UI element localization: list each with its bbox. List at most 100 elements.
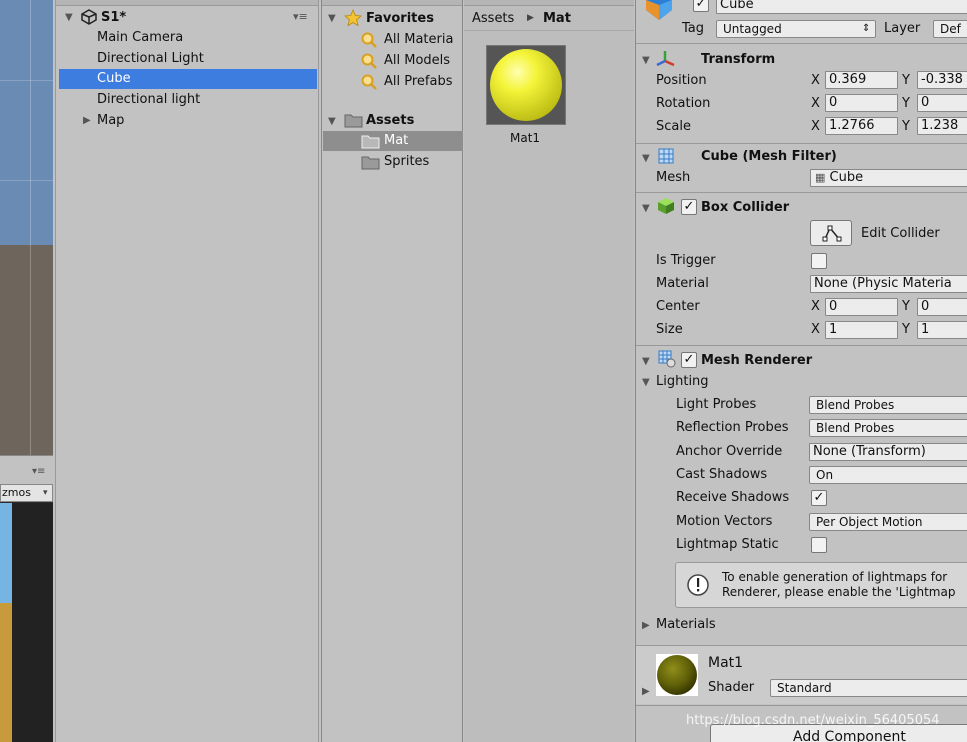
- collapse-triangle-icon[interactable]: ▼: [642, 377, 650, 388]
- expand-triangle-icon[interactable]: ▼: [328, 13, 336, 24]
- hierarchy-item-label: Directional light: [97, 92, 201, 107]
- breadcrumb-item[interactable]: Assets: [472, 11, 514, 27]
- game-view[interactable]: [0, 503, 53, 742]
- gizmos-dropdown[interactable]: zmos ▾: [0, 484, 53, 502]
- layer-dropdown[interactable]: Def: [933, 20, 967, 38]
- scale-y-field[interactable]: 1.238: [917, 117, 967, 135]
- scene-sky: [0, 0, 53, 245]
- folder-item-selected[interactable]: Mat: [323, 131, 463, 151]
- cube-icon: [646, 0, 672, 20]
- project-toolbar: [322, 0, 462, 6]
- unity-scene-icon: [81, 9, 97, 25]
- favorites-item[interactable]: All Materia: [360, 30, 464, 50]
- reflection-probes-dropdown[interactable]: Blend Probes: [809, 419, 967, 437]
- help-text-line: To enable generation of lightmaps for: [722, 570, 948, 584]
- axis-label-x: X: [811, 322, 820, 337]
- favorites-item-label: All Prefabs: [384, 74, 453, 89]
- is-trigger-checkbox[interactable]: [811, 253, 827, 269]
- expand-triangle-icon[interactable]: ▶: [642, 620, 650, 631]
- receive-shadows-checkbox[interactable]: ✓: [811, 490, 827, 506]
- panel-menu-icon[interactable]: ▾≡: [32, 466, 45, 477]
- collapse-triangle-icon[interactable]: ▼: [642, 153, 650, 164]
- position-x-field[interactable]: 0.369: [825, 71, 898, 89]
- panel-menu-icon[interactable]: ▾≡: [293, 10, 308, 23]
- expand-triangle-icon[interactable]: ▼: [328, 116, 336, 127]
- physic-material-field[interactable]: None (Physic Materia: [810, 275, 967, 293]
- tag-dropdown[interactable]: Untagged ⇕: [716, 20, 876, 38]
- hierarchy-item-label: Cube: [97, 71, 131, 86]
- field-label: Lightmap Static: [676, 537, 779, 552]
- enabled-checkbox[interactable]: ✓: [681, 199, 697, 215]
- hierarchy-item[interactable]: Directional light: [59, 90, 317, 110]
- active-checkbox[interactable]: ✓: [693, 0, 709, 12]
- lighting-foldout[interactable]: Lighting: [656, 374, 709, 390]
- expand-triangle-icon[interactable]: ▶: [642, 686, 650, 697]
- size-x-field[interactable]: 1: [825, 321, 898, 339]
- scene-view-strip[interactable]: ▾≡ zmos ▾: [0, 0, 53, 742]
- enabled-checkbox[interactable]: ✓: [681, 352, 697, 368]
- expand-triangle-icon[interactable]: ▶: [83, 115, 91, 126]
- field-label: Anchor Override: [676, 444, 783, 459]
- mesh-grid-icon: ▦: [815, 171, 826, 184]
- axis-label-x: X: [811, 119, 820, 134]
- collapse-triangle-icon[interactable]: ▼: [642, 203, 650, 214]
- favorites-label: Favorites: [366, 11, 434, 26]
- field-label: Mesh: [656, 170, 691, 185]
- center-y-field[interactable]: 0: [917, 298, 967, 316]
- material-name: Mat1: [708, 655, 744, 671]
- field-label: Center: [656, 299, 700, 314]
- info-icon: [687, 574, 709, 596]
- divider: [636, 192, 967, 193]
- hierarchy-item[interactable]: Main Camera: [59, 28, 317, 48]
- hierarchy-item[interactable]: ▶ Map: [59, 111, 317, 131]
- lightmap-static-checkbox[interactable]: [811, 537, 827, 553]
- game-ground: [0, 603, 12, 742]
- scale-x-field[interactable]: 1.2766: [825, 117, 898, 135]
- hierarchy-item[interactable]: Directional Light: [59, 49, 317, 69]
- folder-label: Sprites: [384, 154, 430, 169]
- component-title: Transform: [701, 52, 776, 67]
- field-label: Rotation: [656, 96, 711, 111]
- layer-value: Def: [940, 22, 961, 36]
- hierarchy-item-selected[interactable]: Cube: [59, 69, 317, 89]
- shader-dropdown[interactable]: Standard: [770, 679, 967, 697]
- axis-label-y: Y: [902, 73, 910, 88]
- divider: [636, 143, 967, 144]
- light-probes-dropdown[interactable]: Blend Probes: [809, 396, 967, 414]
- folder-icon: [361, 156, 380, 170]
- edit-collider-icon: [822, 225, 842, 242]
- breadcrumb-item[interactable]: Mat: [543, 11, 571, 27]
- materials-foldout[interactable]: Materials: [656, 617, 716, 633]
- field-label: Position: [656, 73, 707, 88]
- field-label: Receive Shadows: [676, 490, 790, 505]
- expand-triangle-icon[interactable]: ▼: [65, 12, 73, 23]
- rotation-y-field[interactable]: 0: [917, 94, 967, 112]
- anchor-override-field[interactable]: None (Transform): [809, 443, 967, 461]
- transform-icon: [656, 51, 675, 67]
- center-x-field[interactable]: 0: [825, 298, 898, 316]
- rotation-x-field[interactable]: 0: [825, 94, 898, 112]
- project-asset-grid: Assets ▶ Mat Mat1: [464, 0, 634, 742]
- project-folder-tree: ▼ Favorites All Materia All Models All P…: [321, 0, 463, 742]
- edit-collider-button[interactable]: [810, 220, 852, 246]
- material-thumbnail[interactable]: [486, 45, 566, 125]
- field-label: Material: [656, 276, 709, 291]
- scene-root-row[interactable]: ▼ S1* ▾≡: [59, 8, 317, 28]
- tag-value: Untagged: [723, 22, 782, 36]
- favorites-item-label: All Models: [384, 53, 451, 68]
- mesh-renderer-icon: [658, 350, 676, 368]
- asset-label[interactable]: Mat1: [510, 130, 540, 146]
- mesh-field[interactable]: ▦ Cube: [810, 169, 967, 187]
- object-name-field[interactable]: Cube: [716, 0, 967, 14]
- field-label: Motion Vectors: [676, 514, 773, 529]
- collapse-triangle-icon[interactable]: ▼: [642, 55, 650, 66]
- motion-vectors-dropdown[interactable]: Per Object Motion: [809, 513, 967, 531]
- folder-item[interactable]: Sprites: [323, 152, 463, 172]
- collapse-triangle-icon[interactable]: ▼: [642, 356, 650, 367]
- favorites-item[interactable]: All Models: [360, 51, 464, 71]
- favorites-item[interactable]: All Prefabs: [360, 72, 464, 92]
- scene-ground: [0, 245, 53, 455]
- size-y-field[interactable]: 1: [917, 321, 967, 339]
- position-y-field[interactable]: -0.338: [917, 71, 967, 89]
- cast-shadows-dropdown[interactable]: On: [809, 466, 967, 484]
